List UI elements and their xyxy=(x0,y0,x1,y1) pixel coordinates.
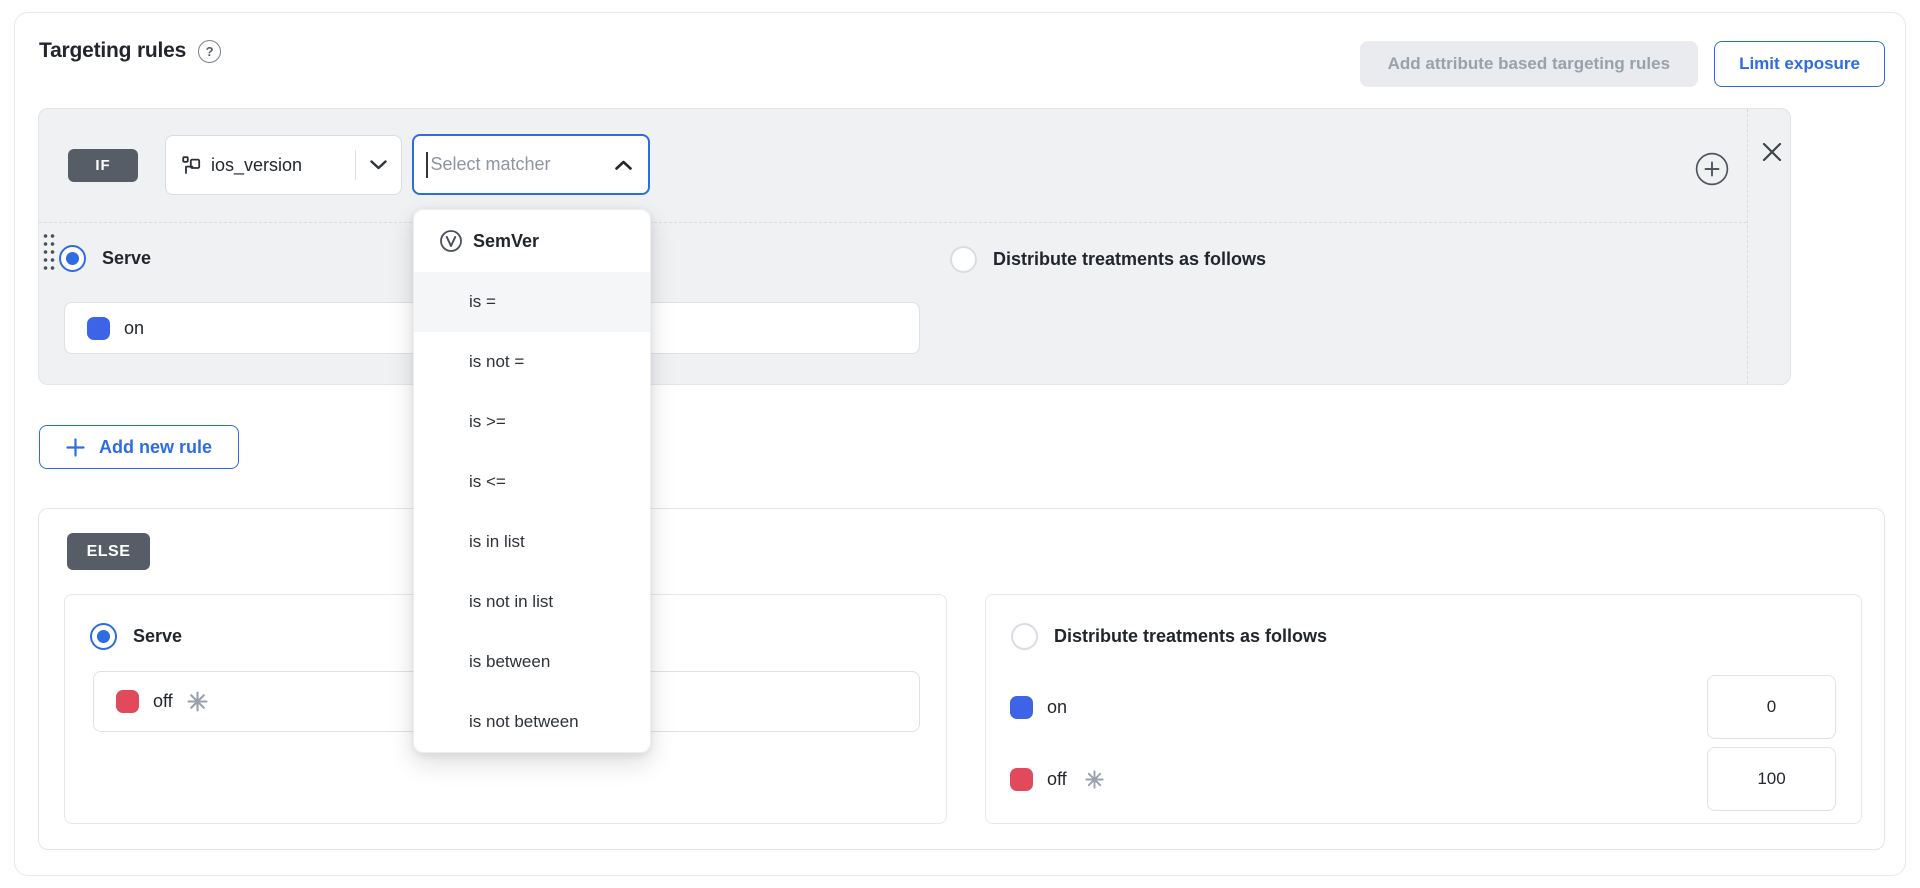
add-new-rule-label: Add new rule xyxy=(99,437,212,458)
percent-input-off[interactable] xyxy=(1707,747,1836,811)
add-condition-button[interactable] xyxy=(1695,152,1729,186)
matcher-option[interactable]: is not in list xyxy=(414,572,650,632)
default-treatment-icon xyxy=(187,691,208,712)
else-distribute-option-row: Distribute treatments as follows xyxy=(1011,623,1327,650)
chevron-up-icon[interactable] xyxy=(615,160,632,170)
plus-icon xyxy=(66,438,85,457)
matcher-select[interactable]: Select matcher xyxy=(412,134,650,195)
matcher-option[interactable]: is = xyxy=(414,272,650,332)
matcher-dropdown: SemVer is = is not = is >= is <= is in l… xyxy=(413,209,651,753)
serve-radio[interactable] xyxy=(59,245,86,272)
if-rule-card: IF ios_version Select matcher xyxy=(38,108,1791,385)
matcher-option[interactable]: is >= xyxy=(414,392,650,452)
percent-input-on[interactable] xyxy=(1707,675,1836,739)
chevron-down-icon[interactable] xyxy=(370,160,387,170)
serve-option-row: Serve xyxy=(59,245,151,272)
treatment-name: off xyxy=(153,691,173,712)
if-badge: IF xyxy=(68,149,138,182)
distribute-radio[interactable] xyxy=(950,246,977,273)
distribute-option-row: Distribute treatments as follows xyxy=(950,246,1266,273)
close-rule-button[interactable] xyxy=(1760,140,1784,164)
treatment-swatch-off xyxy=(1010,768,1033,791)
attribute-type-icon xyxy=(182,156,201,175)
matcher-option[interactable]: is not between xyxy=(414,692,650,752)
select-separator xyxy=(355,150,356,180)
distribute-label: Distribute treatments as follows xyxy=(993,249,1266,270)
toolbar: Add attribute based targeting rules Limi… xyxy=(1360,41,1885,87)
distribution-row: off xyxy=(1010,747,1836,811)
serve-label: Serve xyxy=(102,248,151,269)
treatment-name: off xyxy=(1047,769,1067,790)
treatment-swatch-off xyxy=(116,690,139,713)
close-icon xyxy=(1760,140,1784,164)
radio-dot xyxy=(66,252,79,265)
attribute-select[interactable]: ios_version xyxy=(165,135,402,195)
page: { "header": { "title": "Targeting rules"… xyxy=(0,0,1920,888)
treatment-name: on xyxy=(124,318,144,339)
limit-exposure-button[interactable]: Limit exposure xyxy=(1714,41,1885,87)
matcher-placeholder: Select matcher xyxy=(431,154,616,175)
dropdown-group-header: SemVer xyxy=(414,210,650,272)
rule-vertical-divider xyxy=(1747,109,1748,384)
matcher-option[interactable]: is between xyxy=(414,632,650,692)
dropdown-group-label: SemVer xyxy=(473,231,539,252)
plus-circle-icon xyxy=(1695,152,1729,186)
else-distribute-panel: Distribute treatments as follows on off xyxy=(985,594,1862,824)
treatment-swatch-on xyxy=(1010,696,1033,719)
rule-horizontal-divider xyxy=(39,222,1747,223)
drag-handle-icon[interactable] xyxy=(42,232,56,272)
else-distribute-radio[interactable] xyxy=(1011,623,1038,650)
default-treatment-icon xyxy=(1085,770,1104,789)
else-serve-radio[interactable] xyxy=(90,623,117,650)
else-badge: ELSE xyxy=(67,533,150,570)
treatment-name: on xyxy=(1047,697,1067,718)
distribution-row: on xyxy=(1010,675,1836,739)
attribute-name: ios_version xyxy=(211,155,341,176)
header: Targeting rules ? xyxy=(39,39,221,63)
treatment-swatch-on xyxy=(87,317,110,340)
matcher-option[interactable]: is in list xyxy=(414,512,650,572)
help-icon[interactable]: ? xyxy=(198,40,221,63)
semver-icon xyxy=(439,229,463,253)
else-rule-card: ELSE Serve off Distribute treatments as … xyxy=(38,508,1885,850)
else-serve-option-row: Serve xyxy=(90,623,182,650)
add-attribute-rules-button[interactable]: Add attribute based targeting rules xyxy=(1360,41,1698,87)
matcher-option[interactable]: is <= xyxy=(414,452,650,512)
else-distribute-label: Distribute treatments as follows xyxy=(1054,626,1327,647)
page-title: Targeting rules xyxy=(39,39,186,63)
targeting-rules-card: Targeting rules ? Add attribute based ta… xyxy=(14,12,1906,876)
add-new-rule-button[interactable]: Add new rule xyxy=(39,425,239,469)
else-serve-label: Serve xyxy=(133,626,182,647)
matcher-option[interactable]: is not = xyxy=(414,332,650,392)
text-caret xyxy=(426,152,428,178)
